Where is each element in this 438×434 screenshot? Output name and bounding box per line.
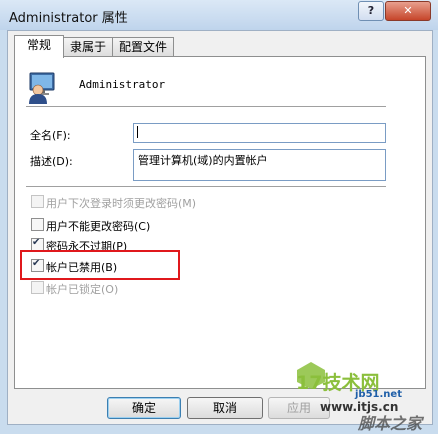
watermark-brand: 脚本之家 [358,414,423,433]
cannot-change-password-checkbox[interactable] [31,218,44,231]
highlight-box [20,250,180,280]
description-input[interactable]: 管理计算机(域)的内置帐户 [133,149,386,181]
fullname-input[interactable] [133,123,386,143]
text-caret [137,126,138,138]
tab-general[interactable]: 常规 [14,35,64,58]
separator-bottom [26,186,386,187]
fullname-label: 全名(F): [30,129,71,142]
window-title: Administrator 属性 [9,11,128,26]
close-button[interactable]: ✕ [385,1,431,21]
separator-top [26,106,386,107]
tab-member-of[interactable]: 隶属于 [63,37,113,57]
user-name: Administrator [79,78,166,91]
must-change-password-checkbox[interactable] [31,195,44,208]
help-button[interactable]: ? [358,1,384,21]
watermark-site: jb51.net [355,389,402,400]
description-text: 管理计算机(域)的内置帐户 [138,154,268,167]
user-account-icon [29,72,55,104]
tab-profile[interactable]: 配置文件 [112,37,174,57]
ok-button[interactable]: 确定 [107,397,181,419]
cannot-change-password-label: 用户不能更改密码(C) [46,220,151,233]
cancel-button[interactable]: 取消 [187,397,263,419]
must-change-password-label: 用户下次登录时须更改密码(M) [46,197,197,210]
account-locked-label: 帐户已锁定(O) [46,283,119,296]
description-label: 描述(D): [30,155,73,168]
account-locked-checkbox[interactable] [31,281,44,294]
